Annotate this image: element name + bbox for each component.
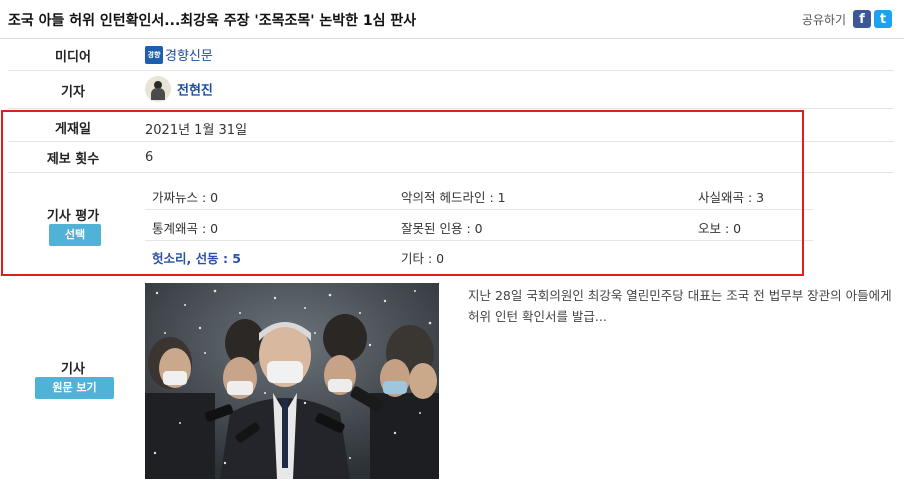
- press-photo-image: [145, 283, 439, 479]
- eval-nonsense-agitation: 헛소리, 선동 : 5: [152, 251, 242, 266]
- facebook-icon[interactable]: f: [853, 10, 871, 28]
- publish-date-value: 2021년 1월 31일: [145, 123, 248, 138]
- article-title: 조국 아들 허위 인턴확인서...최강욱 주장 '조목조목' 논박한 1심 판사: [8, 13, 417, 29]
- reporter-avatar-icon: [145, 76, 171, 102]
- eval-malicious-headline: 악의적 헤드라인 : 1: [401, 190, 506, 205]
- publish-date-row: 게재일 2021년 1월 31일: [8, 112, 894, 142]
- media-logo-icon: 경향: [145, 45, 163, 64]
- title-bar: 조국 아들 허위 인턴확인서...최강욱 주장 '조목조목' 논박한 1심 판사…: [0, 0, 904, 39]
- article-thumbnail[interactable]: [145, 283, 439, 479]
- evaluation-label: 기사 평가: [46, 209, 100, 224]
- eval-divider: [145, 240, 813, 241]
- eval-stat-distortion: 통계왜곡 : 0: [152, 221, 219, 236]
- share-label: 공유하기: [801, 12, 846, 27]
- twitter-icon[interactable]: t: [874, 10, 892, 28]
- evaluation-row: 기사 평가 선택 가짜뉴스 : 0 악의적 헤드라인 : 1 사실왜곡 : 3 …: [8, 173, 894, 271]
- publish-date-label: 게재일: [55, 122, 91, 137]
- eval-wrong-quote: 잘못된 인용 : 0: [401, 221, 483, 236]
- eval-misreport: 오보 : 0: [698, 221, 742, 236]
- report-count-value: 6: [145, 150, 154, 165]
- eval-fact-distortion: 사실왜곡 : 3: [698, 190, 765, 205]
- media-name-link[interactable]: 경향신문: [165, 49, 213, 64]
- reporter-value[interactable]: 전현진: [145, 76, 213, 102]
- media-row: 미디어 경향 경향신문: [8, 39, 894, 71]
- reporter-label: 기자: [61, 85, 85, 100]
- article-summary: 지난 28일 국회의원인 최강욱 열린민주당 대표는 조국 전 법무부 장관의 …: [468, 288, 892, 324]
- eval-other: 기타 : 0: [401, 251, 445, 266]
- media-label: 미디어: [55, 50, 91, 65]
- article-label: 기사: [61, 362, 85, 377]
- report-count-label: 제보 횟수: [46, 152, 100, 167]
- view-original-button[interactable]: 원문 보기: [35, 377, 114, 399]
- report-count-row: 제보 횟수 6: [8, 142, 894, 173]
- eval-divider: [145, 209, 813, 210]
- eval-fake-news: 가짜뉴스 : 0: [152, 190, 219, 205]
- share-area: 공유하기 f t: [802, 10, 892, 28]
- media-value[interactable]: 경향 경향신문: [145, 45, 213, 64]
- reporter-row: 기자 전현진: [8, 71, 894, 109]
- evaluation-select-button[interactable]: 선택: [49, 224, 101, 246]
- reporter-name-link[interactable]: 전현진: [177, 84, 213, 99]
